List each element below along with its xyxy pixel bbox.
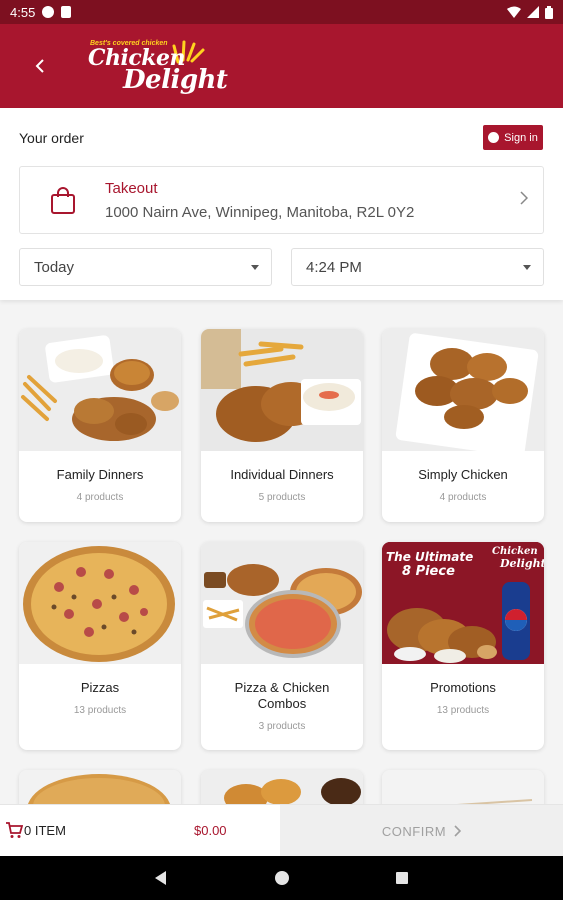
- category-card-partial[interactable]: [201, 770, 363, 804]
- system-nav-bar: [0, 856, 563, 900]
- pizza-chicken-combos-image: [201, 542, 363, 664]
- confirm-button[interactable]: CONFIRM: [280, 805, 563, 857]
- confirm-label: CONFIRM: [381, 823, 447, 839]
- category-name: Family Dinners: [56, 467, 144, 482]
- category-count: 13 products: [436, 705, 490, 716]
- cart-bar: 0 ITEM $0.00 CONFIRM: [0, 804, 563, 857]
- user-icon: [488, 132, 500, 143]
- category-count: 13 products: [73, 705, 127, 716]
- chevron-left-icon: [35, 59, 44, 73]
- chevron-right-icon: [454, 825, 462, 837]
- promo-headline-1: The Ultimate: [386, 550, 474, 564]
- category-count: 3 products: [258, 721, 306, 732]
- day-select-value: Today: [34, 258, 75, 276]
- nav-recents-icon[interactable]: [396, 872, 408, 884]
- category-name: Pizza & Chicken Combos: [234, 680, 330, 711]
- nuggets-image: [201, 770, 363, 804]
- cart-total: $0.00: [194, 823, 227, 838]
- simply-chicken-image: [382, 329, 544, 451]
- category-count: 4 products: [76, 492, 124, 503]
- category-name: Individual Dinners: [230, 467, 334, 482]
- category-count: 4 products: [439, 492, 487, 503]
- family-dinners-image: [19, 329, 181, 451]
- category-grid: Family Dinners 4 products Individual Din…: [0, 300, 563, 804]
- dropdown-arrow-icon: [523, 265, 531, 270]
- promo-headline-2: 8 Piece: [402, 564, 455, 579]
- shopping-cart-icon: [6, 822, 23, 838]
- category-card-promotions[interactable]: The Ultimate 8 Piece Chicken Delight Pro…: [382, 542, 544, 750]
- category-card-partial[interactable]: [382, 770, 544, 804]
- category-count: 5 products: [258, 492, 306, 503]
- nav-home-icon[interactable]: [275, 871, 289, 885]
- chevron-right-icon: [520, 191, 528, 205]
- store-address: 1000 Nairn Ave, Winnipeg, Manitoba, R2L …: [105, 204, 415, 221]
- logo-word-delight: Delight: [123, 65, 228, 95]
- pocket-casts-icon: [42, 6, 55, 18]
- app-header: Best's covered chicken Chicken Delight: [0, 24, 563, 108]
- signal-icon: [527, 6, 539, 18]
- your-order-title: Your order: [19, 130, 84, 146]
- status-time: 4:55: [10, 4, 36, 20]
- dropdown-arrow-icon: [251, 265, 259, 270]
- category-name: Promotions: [430, 680, 496, 695]
- category-card-individual-dinners[interactable]: Individual Dinners 5 products: [201, 329, 363, 522]
- nav-back-icon[interactable]: [154, 870, 167, 886]
- category-card-pizzas[interactable]: Pizzas 13 products: [19, 542, 181, 750]
- category-card-simply-chicken[interactable]: Simply Chicken 4 products: [382, 329, 544, 522]
- chicken-delight-logo: Best's covered chicken Chicken Delight: [86, 36, 236, 98]
- shopping-bag-icon: [51, 187, 75, 214]
- cart-summary[interactable]: 0 ITEM $0.00: [0, 805, 280, 857]
- promo-brand-1: Chicken: [492, 546, 538, 557]
- battery-icon: [545, 5, 553, 19]
- time-select-value: 4:24 PM: [306, 258, 362, 276]
- sd-card-icon: [61, 6, 72, 18]
- promo-brand-2: Delight: [500, 557, 544, 570]
- sign-in-button[interactable]: Sign in: [483, 125, 543, 150]
- day-select[interactable]: Today: [19, 248, 272, 286]
- time-select[interactable]: 4:24 PM: [291, 248, 544, 286]
- order-mode-label: Takeout: [105, 180, 158, 197]
- category-image: [382, 770, 544, 804]
- status-bar: 4:55: [0, 0, 563, 24]
- pizzas-image: [19, 542, 181, 664]
- category-card-family-dinners[interactable]: Family Dinners 4 products: [19, 329, 181, 522]
- category-card-partial[interactable]: [19, 770, 181, 804]
- order-panel: Your order Sign in Takeout 1000 Nairn Av…: [0, 108, 563, 300]
- individual-dinners-image: [201, 329, 363, 451]
- category-name: Pizzas: [80, 680, 120, 695]
- sign-in-label: Sign in: [504, 131, 538, 144]
- cart-item-count: 0 ITEM: [24, 823, 66, 838]
- category-name: Simply Chicken: [418, 467, 508, 482]
- promotions-image: The Ultimate 8 Piece Chicken Delight: [382, 542, 544, 664]
- burger-image: [19, 770, 181, 804]
- category-card-pizza-chicken-combos[interactable]: Pizza & Chicken Combos 3 products: [201, 542, 363, 750]
- back-button[interactable]: [26, 52, 54, 80]
- order-mode-card[interactable]: Takeout 1000 Nairn Ave, Winnipeg, Manito…: [19, 166, 544, 234]
- wifi-icon: [507, 6, 521, 18]
